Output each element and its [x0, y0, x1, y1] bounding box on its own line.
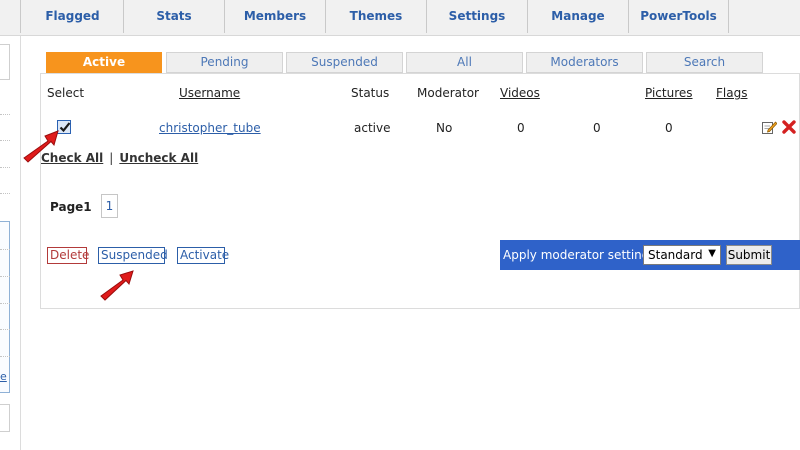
sidebar-divider: [0, 276, 10, 277]
sidebar-link[interactable]: e: [0, 370, 7, 383]
header-moderator: Moderator: [417, 86, 479, 100]
pointer-arrow-icon: [100, 270, 134, 301]
top-navigation: Flagged Stats Members Themes Settings Ma…: [0, 0, 800, 36]
tab-search[interactable]: Search: [646, 52, 763, 73]
nav-members[interactable]: Members: [225, 0, 326, 33]
nav-powertools[interactable]: PowerTools: [629, 0, 729, 33]
sidebar-divider: [0, 356, 10, 357]
nav-stats[interactable]: Stats: [124, 0, 225, 33]
sidebar-divider: [0, 193, 10, 194]
activate-button[interactable]: Activate: [177, 247, 229, 264]
header-videos[interactable]: Videos: [500, 86, 540, 100]
moderator-level-select[interactable]: Standard ▼: [643, 245, 721, 265]
sidebar-divider: [0, 249, 10, 250]
sidebar-divider: [0, 303, 10, 304]
header-status: Status: [351, 86, 390, 100]
delete-x-icon[interactable]: [781, 119, 797, 135]
edit-icon[interactable]: [761, 119, 777, 135]
header-flags[interactable]: Flags: [716, 86, 747, 100]
pointer-arrow-icon: [23, 130, 59, 163]
uncheck-all-link[interactable]: Uncheck All: [119, 151, 198, 165]
chevron-down-icon: ▼: [708, 248, 716, 259]
nav-flagged[interactable]: Flagged: [22, 0, 124, 33]
sidebar-divider: [0, 167, 10, 168]
select-value: Standard: [648, 248, 703, 262]
tab-moderators[interactable]: Moderators: [526, 52, 643, 73]
left-sidebar: e: [0, 36, 21, 450]
members-panel: [40, 73, 800, 309]
sidebar-panel: [0, 221, 10, 393]
header-username[interactable]: Username: [179, 86, 240, 100]
sidebar-divider: [0, 140, 10, 141]
tab-all[interactable]: All: [406, 52, 523, 73]
header-select: Select: [47, 86, 85, 100]
nav-settings[interactable]: Settings: [427, 0, 528, 33]
row-videos: 0: [517, 121, 525, 135]
tab-pending[interactable]: Pending: [166, 52, 283, 73]
delete-button[interactable]: Delete: [47, 247, 89, 264]
header-pictures[interactable]: Pictures: [645, 86, 693, 100]
nav-spacer: [0, 0, 21, 33]
tab-suspended[interactable]: Suspended: [286, 52, 403, 73]
separator: |: [109, 151, 114, 165]
submit-button[interactable]: Submit: [726, 245, 772, 265]
moderator-settings-bar: Apply moderator settings Standard ▼ Subm…: [500, 240, 800, 270]
nav-manage[interactable]: Manage: [528, 0, 629, 33]
row-status: active: [354, 121, 391, 135]
row-moderator: No: [436, 121, 453, 135]
row-count: 0: [593, 121, 601, 135]
sidebar-box: [0, 404, 10, 432]
nav-themes[interactable]: Themes: [326, 0, 427, 33]
page-number-button[interactable]: 1: [101, 194, 118, 218]
tab-active[interactable]: Active: [46, 52, 162, 73]
sidebar-divider: [0, 329, 10, 330]
moderator-settings-label: Apply moderator settings: [503, 248, 656, 262]
page-label: Page1: [50, 200, 92, 214]
sidebar-divider: [0, 114, 10, 115]
row-pictures: 0: [665, 121, 673, 135]
row-username-link[interactable]: christopher_tube: [159, 121, 261, 135]
sidebar-box: [0, 44, 10, 80]
